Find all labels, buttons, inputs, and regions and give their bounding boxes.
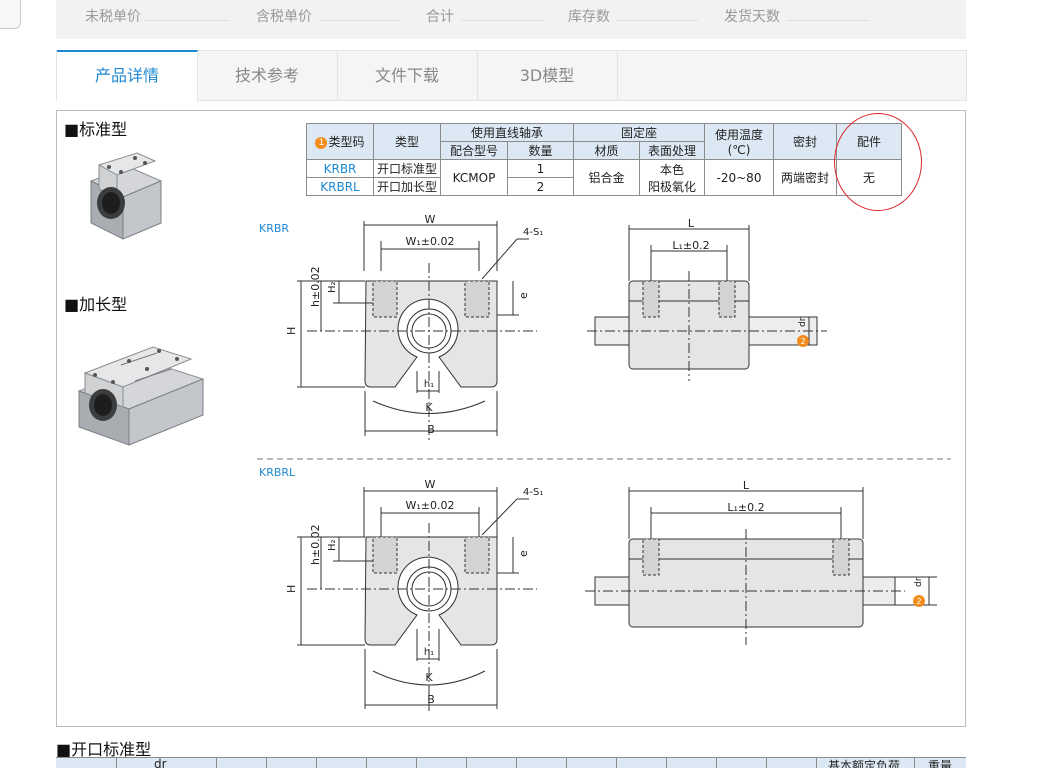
product-image-standard: [89, 152, 163, 240]
cell-seal: 两端密封: [773, 159, 837, 196]
price-field-total: 合计: [426, 9, 454, 25]
dim-S1: 4-S₁: [523, 487, 543, 498]
th-bearing: 使用直线轴承: [440, 123, 574, 142]
dim-h: h±0.02: [309, 524, 322, 565]
th-type-code-label: 类型码: [328, 135, 365, 149]
tab-3d-model[interactable]: 3D模型: [477, 51, 618, 100]
cell-material: 铝合金: [573, 159, 640, 196]
krbrl-side-view: L L₁±0.2 2 dr: [585, 479, 937, 645]
bottom-header-dr: dr: [154, 757, 167, 768]
dim-e: e: [517, 550, 530, 557]
cell-surface-1: 本色: [659, 162, 684, 177]
dim-e: e: [517, 292, 530, 299]
th-temp: 使用温度 (℃): [704, 123, 774, 160]
price-value-line: [319, 20, 399, 21]
cell-code[interactable]: KRBRL: [306, 177, 374, 196]
dim-S1: 4-S₁: [523, 227, 543, 238]
cell-code[interactable]: KRBR: [306, 159, 374, 178]
price-summary-bar: 未税单价 含税单价 合计 库存数 发货天数: [56, 0, 966, 39]
dim-K: K: [425, 401, 433, 414]
dim-h1: h₁: [424, 647, 434, 658]
dim-h: h±0.02: [309, 266, 322, 307]
cell-qty: 1: [507, 159, 574, 178]
spec-table: 1 类型码 类型 使用直线轴承 固定座 使用温度 (℃) 密封 配件 配合型号 数…: [306, 123, 902, 196]
th-model: 配合型号: [440, 141, 508, 160]
bottom-table-header: dr 基本额定负荷 重量: [56, 757, 966, 768]
product-image-extended: [77, 346, 205, 446]
th-material: 材质: [573, 141, 640, 160]
dim-H: H: [285, 327, 298, 335]
cell-model: KCMOP: [440, 159, 508, 196]
dim-W: W: [425, 478, 436, 491]
tab-product-details[interactable]: 产品详情: [57, 50, 198, 102]
th-qty: 数量: [507, 141, 574, 160]
th-temp-label: 使用温度: [714, 128, 763, 142]
th-seal: 密封: [773, 123, 837, 160]
dim-L: L: [743, 479, 750, 492]
dim-H2: H₂: [327, 281, 338, 293]
badge-2-text: 2: [916, 597, 921, 606]
dim-dr: dr: [798, 317, 808, 327]
th-fixed-seat: 固定座: [573, 123, 705, 142]
price-field-days: 发货天数: [724, 9, 780, 25]
section-title-standard: ■标准型: [64, 120, 128, 139]
cell-temp: -20~80: [704, 159, 774, 196]
dim-W: W: [425, 213, 436, 226]
cell-type: 开口加长型: [373, 177, 441, 196]
tab-tech-reference[interactable]: 技术参考: [197, 51, 338, 100]
price-field-stock: 库存数: [568, 9, 610, 25]
th-type: 类型: [373, 123, 441, 160]
price-field-taxed: 含税单价: [256, 9, 312, 25]
dim-B: B: [427, 423, 435, 436]
cell-surface: 本色 阳极氧化: [639, 159, 705, 196]
bottom-header-rated-load: 基本额定负荷: [828, 759, 901, 768]
krbr-side-view: L L₁±0.2 2 dr: [587, 217, 827, 381]
badge-1: 1: [315, 137, 328, 149]
product-tabs: 产品详情 技术参考 文件下载 3D模型: [56, 50, 967, 102]
price-value-line: [786, 20, 868, 21]
price-value-line: [144, 20, 229, 21]
krbr-front-view: W W₁±0.02 4-S₁ H h±0.02 H₂ e h₁ K B: [285, 213, 543, 441]
dim-K: K: [425, 671, 433, 684]
dim-L: L: [688, 217, 695, 230]
cell-surface-2: 阳极氧化: [647, 179, 696, 194]
badge-2-text: 2: [800, 337, 805, 346]
section-title-extended: ■加长型: [64, 295, 128, 314]
product-detail-panel: ■标准型 ■加长型 1 类型码 类型 使用直线轴承 固定座 使用温度 (℃) 密…: [56, 110, 966, 727]
cell-qty: 2: [507, 177, 574, 196]
th-surface: 表面处理: [639, 141, 705, 160]
highlight-circle: [834, 113, 922, 211]
bottom-header-weight: 重量: [928, 759, 953, 768]
dim-H2: H₂: [327, 539, 338, 551]
th-type-code: 1 类型码: [306, 123, 374, 160]
krbrl-front-view: W W₁±0.02 4-S₁ H h±0.02 H₂ e h₁ K B: [285, 478, 543, 711]
dim-h1: h₁: [424, 379, 434, 390]
cell-type: 开口标准型: [373, 159, 441, 178]
dim-H: H: [285, 585, 298, 593]
price-field-untaxed: 未税单价: [85, 9, 141, 25]
price-value-line: [616, 20, 698, 21]
dim-L1: L₁±0.2: [672, 239, 709, 252]
diagram-divider: [257, 458, 951, 460]
dim-L1: L₁±0.2: [727, 501, 764, 514]
dim-W1: W₁±0.02: [406, 499, 455, 512]
dim-B: B: [427, 693, 435, 706]
price-value-line: [461, 20, 543, 21]
dim-W1: W₁±0.02: [406, 235, 455, 248]
side-tab[interactable]: [0, 0, 21, 29]
dim-dr: dr: [914, 577, 924, 587]
th-temp-unit: (℃): [727, 143, 751, 157]
tab-file-download[interactable]: 文件下载: [337, 51, 478, 100]
